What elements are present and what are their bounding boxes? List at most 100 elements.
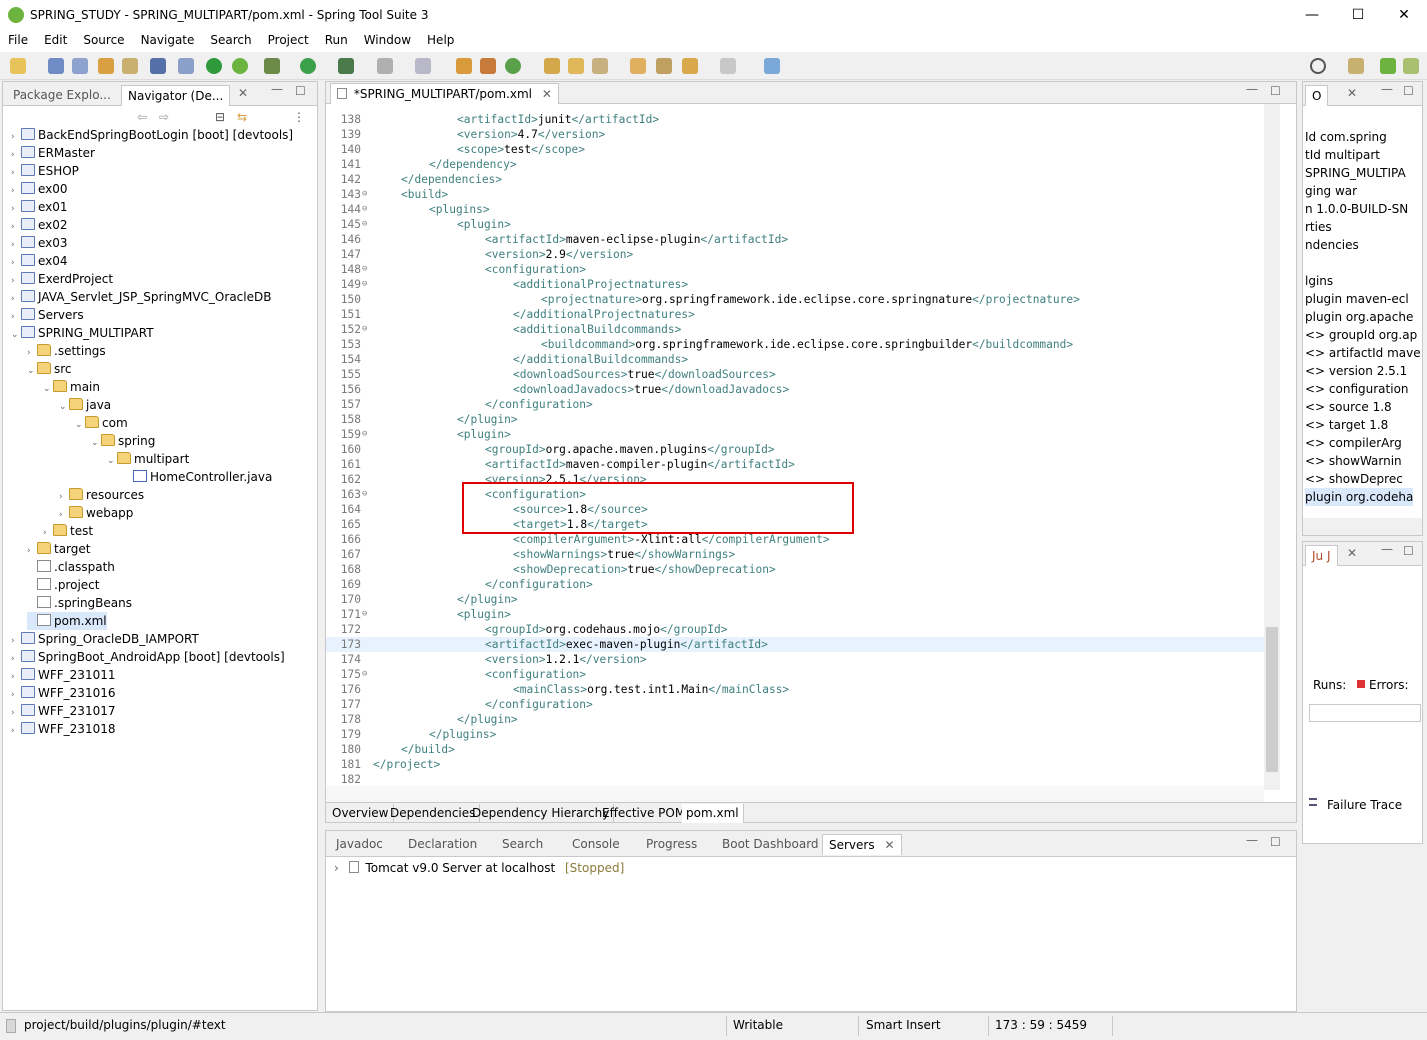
close-button[interactable]: ✕	[1381, 0, 1427, 30]
tree-item[interactable]: › ex03	[11, 234, 68, 252]
outline-item[interactable]: Id com.spring	[1305, 128, 1387, 146]
new-package-icon[interactable]	[480, 58, 496, 74]
spring-perspective-icon[interactable]	[1380, 58, 1396, 74]
minimize-view-icon[interactable]: —	[1246, 82, 1258, 96]
maximize-button[interactable]: ☐	[1335, 0, 1381, 30]
tree-item[interactable]: › ex02	[11, 216, 68, 234]
expand-chevron-icon[interactable]: ⌄	[59, 398, 69, 416]
tree-item[interactable]: ⌄ src	[27, 360, 72, 378]
outline-item[interactable]: SPRING_MULTIPA	[1305, 164, 1406, 182]
tree-item[interactable]: .project	[27, 576, 99, 594]
search-icon[interactable]	[1310, 58, 1326, 74]
server-row[interactable]: › Tomcat v9.0 Server at localhost [Stopp…	[334, 861, 624, 875]
code-line[interactable]: 180 </build>	[326, 742, 1266, 757]
code-line[interactable]: 153 <buildcommand>org.springframework.ide…	[326, 337, 1266, 352]
tree-item[interactable]: › ERMaster	[11, 144, 95, 162]
debug-icon[interactable]	[264, 58, 280, 74]
expand-chevron-icon[interactable]: ⌄	[43, 380, 53, 398]
tree-item[interactable]: › JAVA_Servlet_JSP_SpringMVC_OracleDB	[11, 288, 271, 306]
code-line[interactable]: 157 </configuration>	[326, 397, 1266, 412]
save-all-icon[interactable]	[72, 58, 88, 74]
last-edit-icon[interactable]	[656, 58, 672, 74]
code-line[interactable]: 176 <mainClass>org.test.int1.Main</mainCl…	[326, 682, 1266, 697]
horizontal-scrollbar[interactable]	[326, 786, 1264, 802]
outline-item[interactable]: <> configuration	[1305, 380, 1409, 398]
fold-collapse-icon[interactable]: ⊖	[362, 607, 367, 622]
stop-icon[interactable]	[377, 58, 393, 74]
tree-item[interactable]: .springBeans	[27, 594, 132, 612]
menu-help[interactable]: Help	[419, 30, 462, 52]
view-menu-icon[interactable]: ⋮	[293, 110, 305, 124]
minimize-view-icon[interactable]: —	[1381, 542, 1393, 556]
tree-item[interactable]: ⌄ com	[75, 414, 128, 432]
outline-item[interactable]: plugin org.codeha	[1305, 488, 1414, 506]
code-line[interactable]: 169 </configuration>	[326, 577, 1266, 592]
tree-item[interactable]: › WFF_231017	[11, 702, 115, 720]
code-line[interactable]: 144 ⊖ <plugins>	[326, 202, 1266, 217]
minimize-view-icon[interactable]: —	[1381, 82, 1393, 96]
minimize-button[interactable]: —	[1289, 0, 1335, 30]
java-perspective-icon[interactable]	[1403, 58, 1419, 74]
code-area[interactable]: 138 <artifactId>junit</artifactId> 139 <ver…	[326, 104, 1266, 784]
fold-collapse-icon[interactable]: ⊖	[362, 277, 367, 292]
code-line[interactable]: 141 </dependency>	[326, 157, 1266, 172]
link-editor-icon[interactable]: ⇆	[237, 110, 247, 124]
fold-collapse-icon[interactable]: ⊖	[362, 202, 367, 217]
outline-item[interactable]: <> groupId org.ap	[1305, 326, 1417, 344]
tree-item[interactable]: ⌄ SPRING_MULTIPART	[11, 324, 154, 342]
code-line[interactable]: 168 <showDeprecation>true</showDeprecatio…	[326, 562, 1266, 577]
outline-item[interactable]: lgins	[1305, 272, 1333, 290]
spring-icon[interactable]	[232, 58, 248, 74]
code-line[interactable]: 161 <artifactId>maven-compiler-plugin</ar…	[326, 457, 1266, 472]
tree-item[interactable]: › test	[43, 522, 93, 540]
build-icon[interactable]	[98, 58, 114, 74]
code-line[interactable]: 154 </additionalBuildcommands>	[326, 352, 1266, 367]
code-line[interactable]: 177 </configuration>	[326, 697, 1266, 712]
code-line[interactable]: 147 <version>2.9</version>	[326, 247, 1266, 262]
save-icon[interactable]	[48, 58, 64, 74]
code-line[interactable]: 139 <version>4.7</version>	[326, 127, 1266, 142]
expand-chevron-icon[interactable]: ⌄	[91, 434, 101, 452]
menu-project[interactable]: Project	[260, 30, 317, 52]
close-icon[interactable]: ✕	[1347, 86, 1357, 100]
outline-item[interactable]: <> showDeprec	[1305, 470, 1403, 488]
tab-declaration[interactable]: Declaration	[402, 834, 483, 855]
tab-boot-dashboard[interactable]: Boot Dashboard	[716, 834, 825, 855]
run-icon[interactable]	[300, 58, 316, 74]
maximize-view-icon[interactable]: ☐	[1270, 835, 1281, 849]
tree-item[interactable]: › webapp	[59, 504, 133, 522]
code-line[interactable]: 167 <showWarnings>true</showWarnings>	[326, 547, 1266, 562]
outline-item[interactable]: ndencies	[1305, 236, 1359, 254]
fold-collapse-icon[interactable]: ⊖	[362, 427, 367, 442]
close-icon[interactable]: ✕	[1347, 546, 1357, 560]
tree-item[interactable]: › Spring_OracleDB_IAMPORT	[11, 630, 199, 648]
tree-item[interactable]: ⌄ java	[59, 396, 111, 414]
tree-item[interactable]: › WFF_231011	[11, 666, 115, 684]
outline-item[interactable]: <> showWarnin	[1305, 452, 1402, 470]
minimize-view-icon[interactable]: —	[271, 82, 283, 96]
tab-overview[interactable]: Overview	[328, 804, 394, 823]
code-line[interactable]: 172 <groupId>org.codehaus.mojo</groupId>	[326, 622, 1266, 637]
expand-chevron-icon[interactable]: ⌄	[107, 452, 117, 470]
expand-chevron-icon[interactable]: ›	[11, 722, 21, 740]
menu-navigate[interactable]: Navigate	[133, 30, 203, 52]
pin-editor-icon[interactable]	[764, 58, 780, 74]
tree-item[interactable]: › ex04	[11, 252, 68, 270]
menu-search[interactable]: Search	[202, 30, 259, 52]
code-line[interactable]: 181 </project>	[326, 757, 1266, 772]
code-line[interactable]: 158 </plugin>	[326, 412, 1266, 427]
back-icon[interactable]	[682, 58, 698, 74]
code-line[interactable]: 160 <groupId>org.apache.maven.plugins</gr…	[326, 442, 1266, 457]
tree-item[interactable]: ⌄ main	[43, 378, 100, 396]
tab-effective-pom[interactable]: Effective POM	[598, 804, 691, 823]
tree-item[interactable]: HomeController.java	[123, 468, 272, 486]
tab-navigator[interactable]: Navigator (De...	[121, 85, 231, 106]
tab-console[interactable]: Console	[566, 834, 626, 855]
terminal-icon[interactable]	[150, 58, 166, 74]
tree-item[interactable]: › ex00	[11, 180, 68, 198]
code-line[interactable]: 138 <artifactId>junit</artifactId>	[326, 112, 1266, 127]
expand-chevron-icon[interactable]: ⌄	[11, 326, 21, 344]
tree-item[interactable]: › resources	[59, 486, 144, 504]
outline-item[interactable]: ging war	[1305, 182, 1357, 200]
open-resource-icon[interactable]	[568, 58, 584, 74]
